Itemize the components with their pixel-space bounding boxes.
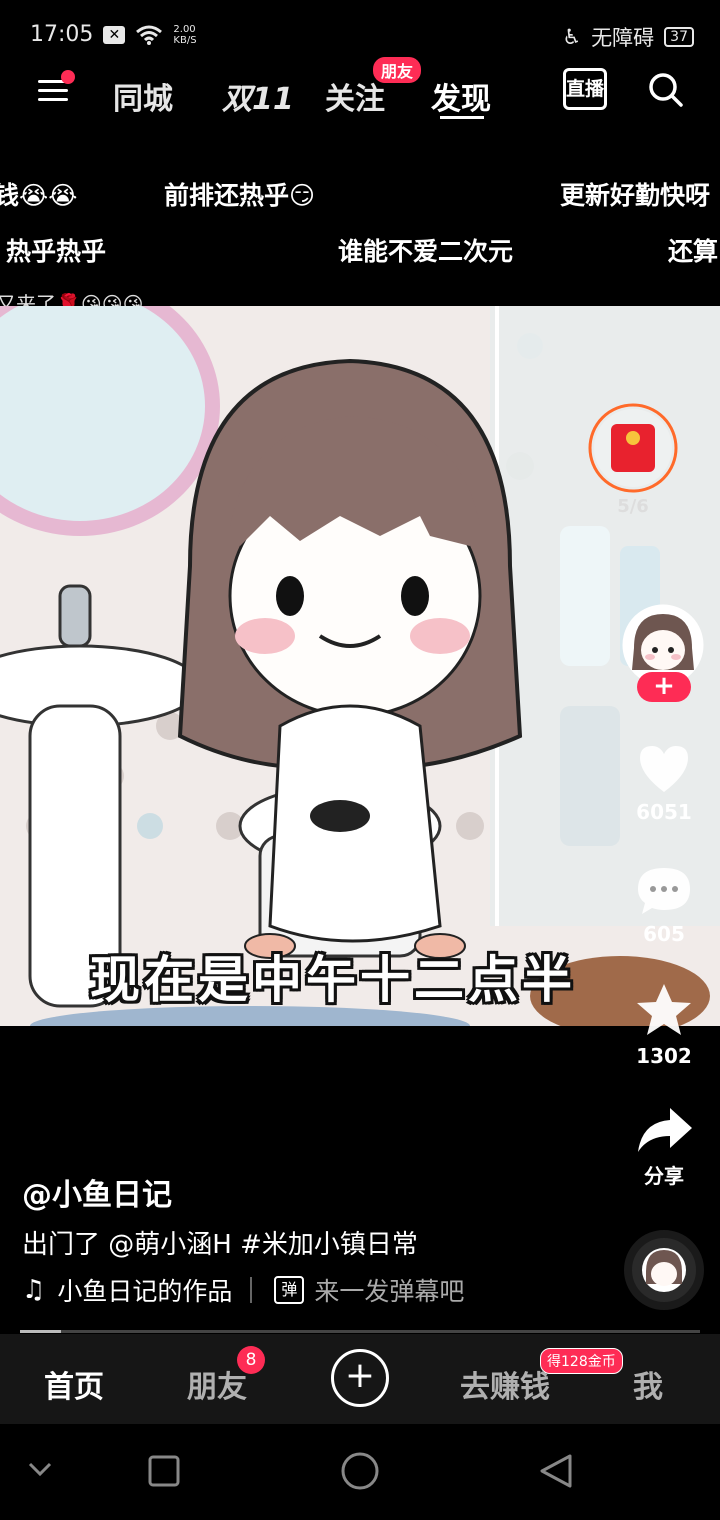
favorite-button[interactable]: 1302 bbox=[628, 980, 700, 1068]
redpacket-icon bbox=[588, 403, 678, 493]
tab-friends[interactable]: 朋友 bbox=[187, 1362, 247, 1406]
recent-apps-icon[interactable] bbox=[148, 1455, 180, 1487]
video-progress-bar[interactable] bbox=[20, 1330, 700, 1333]
create-post-button[interactable]: + bbox=[331, 1349, 389, 1407]
net-speed: 2.00 KB/S bbox=[173, 23, 197, 46]
post-caption[interactable]: 出门了 @萌小涵H #米加小镇日常 bbox=[22, 1224, 418, 1261]
divider bbox=[250, 1277, 253, 1303]
tab-nearby[interactable]: 同城 bbox=[113, 74, 173, 118]
redpacket-count: 5/6 bbox=[617, 496, 649, 517]
share-label: 分享 bbox=[644, 1164, 684, 1188]
tab-discover[interactable]: 发现 bbox=[431, 74, 491, 118]
danmaku-icon[interactable]: 弹 bbox=[274, 1276, 305, 1304]
heart-icon bbox=[640, 746, 688, 792]
comment-count: 605 bbox=[643, 922, 685, 946]
danmaku-comment: 谁能不爱二次元 bbox=[338, 237, 514, 266]
status-left: 17:05 ✕ 2.00 KB/S bbox=[30, 22, 197, 47]
battery-indicator: 37 bbox=[664, 27, 694, 47]
danmaku-input-hint[interactable]: 来一发弹幕吧 bbox=[314, 1272, 464, 1308]
music-title[interactable]: 小鱼日记的作品 bbox=[57, 1272, 232, 1308]
collapse-icon[interactable] bbox=[28, 1462, 52, 1477]
comment-button[interactable]: 605 bbox=[628, 862, 700, 946]
friends-badge: 朋友 bbox=[373, 57, 422, 83]
tab-home[interactable]: 首页 bbox=[44, 1362, 104, 1406]
wifi-icon bbox=[136, 25, 163, 45]
back-icon[interactable] bbox=[540, 1454, 572, 1488]
system-navigation-bar bbox=[0, 1424, 720, 1520]
redpacket-button[interactable]: 5/6 bbox=[586, 402, 680, 517]
music-disc-avatar bbox=[642, 1248, 686, 1292]
danmaku-comment: 热乎热乎 bbox=[6, 237, 107, 266]
status-time: 17:05 bbox=[30, 22, 94, 47]
music-disc-button[interactable] bbox=[624, 1230, 704, 1310]
music-note-icon: ♫ bbox=[22, 1275, 46, 1305]
video-subtitle: 现在是中午十二点半 bbox=[90, 951, 576, 1009]
coin-reward-badge: 得128金币 bbox=[540, 1348, 623, 1374]
search-icon[interactable] bbox=[648, 72, 684, 108]
notification-x-icon: ✕ bbox=[103, 25, 126, 44]
comment-icon bbox=[638, 868, 690, 914]
tab-following[interactable]: 关注 bbox=[325, 74, 385, 118]
accessibility-label: 无障碍 bbox=[591, 26, 655, 50]
tab-earn[interactable]: 去赚钱 bbox=[460, 1362, 550, 1406]
video-progress-fill bbox=[20, 1330, 61, 1333]
tab-double11[interactable]: 双11 bbox=[222, 74, 294, 118]
like-button[interactable]: 6051 bbox=[628, 740, 700, 824]
status-bar: 17:05 ✕ 2.00 KB/S ♿ 无障碍 37 bbox=[0, 0, 720, 60]
status-right: ♿ 无障碍 37 bbox=[562, 22, 694, 52]
live-button[interactable]: 直播 bbox=[563, 68, 607, 110]
follow-plus-button[interactable]: + bbox=[637, 672, 691, 702]
music-row[interactable]: ♫ 小鱼日记的作品 弹 来一发弹幕吧 bbox=[22, 1272, 464, 1308]
danmaku-comment: 钱😭😭 bbox=[0, 181, 78, 210]
accessibility-icon: ♿ bbox=[562, 25, 582, 49]
like-count: 6051 bbox=[636, 800, 692, 824]
favorite-count: 1302 bbox=[636, 1044, 692, 1068]
share-arrow-icon bbox=[638, 1108, 692, 1152]
active-tab-underline bbox=[440, 116, 484, 119]
danmaku-comment: 前排还热乎😏 bbox=[164, 181, 316, 210]
danmaku-comment: 还算 bbox=[668, 237, 719, 266]
tab-me[interactable]: 我 bbox=[633, 1362, 663, 1406]
menu-notification-dot bbox=[61, 70, 75, 84]
author-name[interactable]: @小鱼日记 bbox=[22, 1170, 172, 1214]
friends-count-badge: 8 bbox=[237, 1346, 265, 1374]
star-icon bbox=[637, 984, 691, 1035]
share-button[interactable]: 分享 bbox=[628, 1104, 700, 1189]
home-circle-icon[interactable] bbox=[341, 1452, 379, 1490]
danmaku-comment: 更新好勤快呀 bbox=[560, 181, 711, 210]
